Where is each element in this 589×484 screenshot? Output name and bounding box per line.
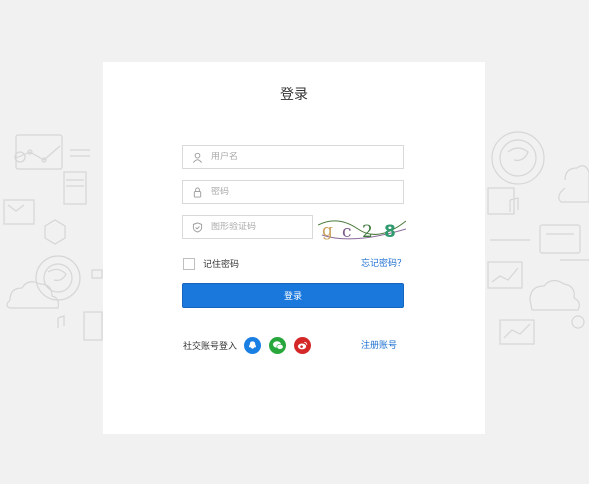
username-input[interactable]	[208, 152, 391, 162]
remember-password[interactable]: 记住密码	[183, 257, 239, 270]
weibo-icon[interactable]	[294, 337, 312, 354]
social-login: 社交账号登入	[183, 337, 312, 354]
wechat-icon[interactable]	[269, 337, 287, 354]
captcha-input[interactable]	[208, 222, 306, 232]
login-card: 登录 g c 2 8 记住密码	[103, 62, 485, 434]
qq-icon[interactable]	[244, 337, 262, 354]
page-title: 登录	[280, 87, 308, 103]
login-button[interactable]: 登录	[182, 283, 404, 308]
shield-icon	[186, 216, 208, 238]
captcha-char: g	[322, 221, 333, 241]
remember-checkbox[interactable]	[183, 257, 195, 270]
password-input[interactable]	[208, 187, 391, 197]
captcha-char: c	[342, 222, 352, 241]
user-icon	[186, 146, 208, 168]
captcha-image[interactable]: g c 2 8	[318, 215, 406, 241]
register-link[interactable]: 注册账号	[361, 338, 397, 351]
captcha-char: 8	[384, 222, 396, 241]
captcha-char: 2	[362, 222, 373, 241]
forgot-password-link[interactable]: 忘记密码？	[361, 256, 406, 269]
captcha-field[interactable]	[182, 215, 313, 239]
password-field[interactable]	[182, 180, 404, 204]
username-field[interactable]	[182, 145, 404, 169]
lock-icon	[186, 181, 208, 203]
social-label: 社交账号登入	[183, 342, 238, 352]
remember-label: 记住密码	[203, 260, 240, 270]
